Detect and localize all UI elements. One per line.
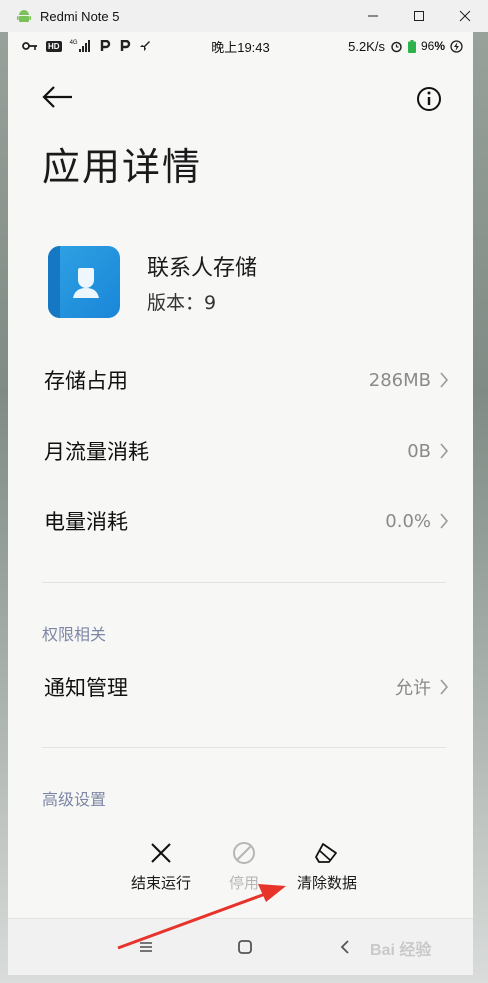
alarm-icon [391,41,402,52]
advanced-section-header: 高级设置 [42,790,107,809]
notification-management-row[interactable]: 通知管理 允许 [44,659,449,715]
window-titlebar: Redmi Note 5 [0,0,488,32]
android-icon [17,10,31,22]
clear-data-button[interactable]: 清除数据 [290,840,364,893]
block-icon [233,842,255,864]
chevron-right-icon [440,679,449,695]
hd-icon: HD [46,40,62,52]
maximize-icon [414,11,424,21]
battery-level: 96% [421,39,445,53]
disable-button[interactable]: 停用 [222,840,266,893]
row-value: 0B [407,440,431,462]
app-version: 版本：9 [147,291,217,314]
eraser-icon [315,843,337,863]
p-icon [100,40,110,51]
close-button[interactable] [442,0,488,32]
app-header: 联系人存储 版本：9 [48,246,257,318]
page-title: 应用详情 [42,145,203,189]
close-icon [459,10,471,22]
menu-icon[interactable] [136,937,156,957]
watermark: Bai 经验 [370,942,432,959]
close-x-icon [151,843,171,863]
disable-label: 停用 [228,874,259,892]
window-title: Redmi Note 5 [40,8,120,24]
top-nav [8,60,473,130]
signal-4g-icon: 4G [70,40,91,52]
rocket-icon [139,41,150,51]
force-stop-button[interactable]: 结束运行 [124,840,198,893]
charging-icon [450,39,463,53]
divider [42,582,446,583]
row-label: 电量消耗 [44,510,128,534]
maximize-button[interactable] [396,0,442,32]
row-value: 允许 [395,678,431,699]
clear-data-label: 清除数据 [296,874,357,892]
row-value: 286MB [368,369,431,391]
back-arrow-icon[interactable] [38,82,78,112]
permissions-section-header: 权限相关 [42,625,107,644]
row-label: 存储占用 [44,369,128,393]
divider [42,747,446,748]
action-bar: 结束运行 停用 清除数据 [8,840,473,900]
info-icon[interactable] [412,82,446,116]
minimize-icon [368,15,378,17]
minimize-button[interactable] [350,0,396,32]
net-speed: 5.2K/s [348,38,385,54]
key-icon [22,42,37,50]
battery-icon [407,39,416,53]
chevron-right-icon [440,443,449,459]
back-icon[interactable] [335,937,355,957]
app-name: 联系人存储 [147,255,258,281]
row-value: 0.0% [385,510,431,532]
status-time: 晚上19:43 [211,39,270,55]
status-bar: HD 4G 晚上19:43 5.2K/s 96% [8,32,473,60]
battery-unit: % [434,39,445,53]
home-icon[interactable] [235,937,255,957]
force-stop-label: 结束运行 [130,874,191,892]
storage-usage-row[interactable]: 存储占用 286MB [44,352,449,408]
chevron-right-icon [440,513,449,529]
row-label: 月流量消耗 [44,440,149,464]
row-label: 通知管理 [44,676,128,700]
battery-value: 96 [420,39,435,53]
person-icon [73,268,99,298]
phone-screen: HD 4G 晚上19:43 5.2K/s 96% 应用详情 联系人存储 版本：9… [8,32,473,975]
chevron-right-icon [440,372,449,388]
signal-bars-icon [78,40,90,52]
battery-usage-row[interactable]: 电量消耗 0.0% [44,493,449,549]
contacts-storage-app-icon [48,246,120,318]
p-icon [120,40,130,51]
network-type: 4G [69,40,78,46]
monthly-data-usage-row[interactable]: 月流量消耗 0B [44,423,449,479]
